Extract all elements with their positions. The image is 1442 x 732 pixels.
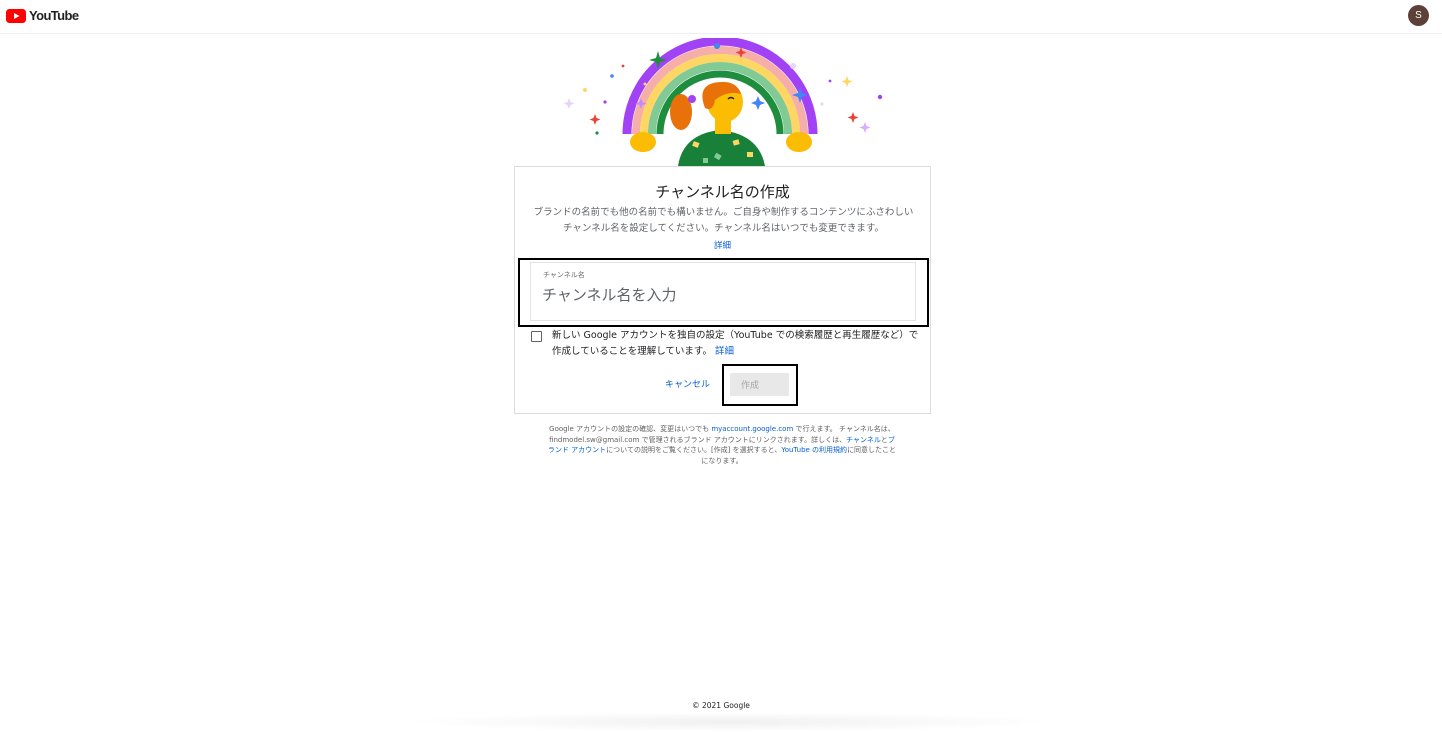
dialog-title: チャンネル名の作成: [655, 183, 790, 201]
terms-footnote: Google アカウントの設定の確認、変更はいつでも myaccount.goo…: [546, 424, 898, 467]
copyright: © 2021 Google: [692, 701, 750, 710]
dialog-description: ブランドの名前でも他の名前でも構いません。ご自身や制作するコンテンツにふさわしい…: [533, 207, 914, 234]
channel-name-field[interactable]: チャンネル名: [530, 262, 916, 321]
bottom-shadow: [400, 712, 1060, 732]
terms-of-service-link[interactable]: YouTube の利用規約: [781, 446, 847, 454]
channel-name-label: チャンネル名: [543, 271, 585, 279]
top-bar: YouTube S: [0, 0, 1442, 34]
account-acknowledge-text: 新しい Google アカウントを独自の設定（YouTube での検索履歴と再生…: [552, 328, 922, 359]
myaccount-link[interactable]: myaccount.google.com: [711, 425, 793, 433]
channel-name-input[interactable]: [542, 283, 902, 307]
acknowledge-label: 新しい Google アカウントを独自の設定（YouTube での検索履歴と再生…: [552, 330, 919, 357]
youtube-logo[interactable]: YouTube: [6, 8, 79, 23]
account-acknowledge-checkbox[interactable]: [531, 331, 542, 342]
channels-link[interactable]: チャンネル: [846, 436, 881, 444]
cancel-button[interactable]: キャンセル: [665, 377, 710, 390]
avatar[interactable]: S: [1408, 5, 1429, 26]
footnote-text-3: についての説明をご覧ください。[作成] を選択すると、: [606, 446, 782, 455]
create-channel-dialog: チャンネル名の作成 ブランドの名前でも他の名前でも構いません。ご自身や制作するコ…: [514, 166, 931, 414]
rainbow-person-illustration: [563, 38, 883, 166]
logo-text: YouTube: [29, 8, 79, 23]
footnote-text-1: Google アカウントの設定の確認、変更はいつでも: [549, 425, 712, 433]
create-button[interactable]: 作成: [730, 373, 789, 396]
learn-more-link[interactable]: 詳細: [515, 239, 930, 251]
youtube-play-icon: [6, 9, 26, 23]
footnote-and: と: [880, 435, 888, 444]
acknowledge-learn-more-link[interactable]: 詳細: [715, 346, 734, 357]
